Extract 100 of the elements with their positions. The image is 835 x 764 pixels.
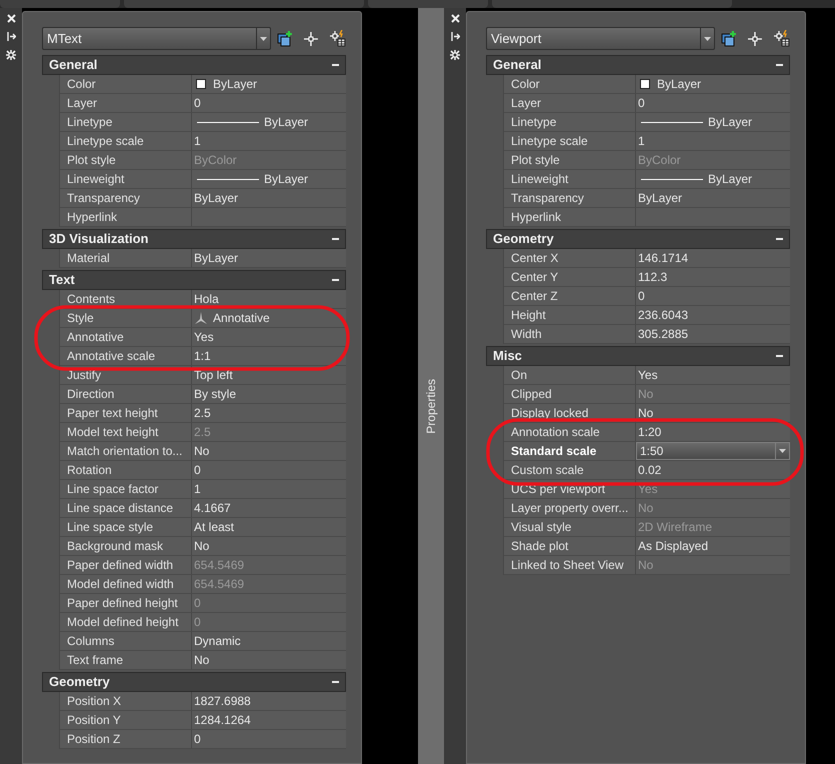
property-row[interactable]: Lineweight ByLayer bbox=[60, 170, 346, 189]
property-row[interactable]: Linetype ByLayer bbox=[60, 113, 346, 132]
property-value: 4.1667 bbox=[194, 500, 231, 517]
property-label: Visual style bbox=[511, 519, 572, 536]
quick-select-icon[interactable] bbox=[773, 30, 790, 47]
property-row[interactable]: Annotative Yes bbox=[60, 328, 346, 347]
quick-select-icon[interactable] bbox=[329, 30, 346, 47]
property-row[interactable]: Position X 1827.6988 bbox=[60, 692, 346, 711]
object-type-dropdown[interactable]: Viewport bbox=[486, 27, 716, 50]
property-row[interactable]: Linetype ByLayer bbox=[504, 113, 790, 132]
property-value: 0.02 bbox=[638, 462, 662, 479]
property-label: Lineweight bbox=[511, 171, 568, 188]
property-row[interactable]: Position Y 1284.1264 bbox=[60, 711, 346, 730]
property-value: 1827.6988 bbox=[194, 693, 251, 710]
pin-arrow-icon[interactable] bbox=[6, 32, 16, 41]
palette-title: Properties bbox=[423, 378, 439, 434]
add-selection-icon[interactable] bbox=[721, 30, 738, 46]
property-value: ByColor bbox=[194, 152, 237, 169]
property-row[interactable]: Style Annotative bbox=[60, 309, 346, 328]
collapsed-palette-bar[interactable]: Properties bbox=[418, 8, 444, 764]
property-row[interactable]: Center X 146.1714 bbox=[504, 249, 790, 268]
property-row[interactable]: Height 236.6043 bbox=[504, 306, 790, 325]
settings-icon[interactable] bbox=[6, 50, 16, 60]
property-value: ByLayer bbox=[638, 190, 682, 207]
section-header[interactable]: General bbox=[42, 55, 346, 75]
property-label: Layer bbox=[511, 95, 542, 112]
property-label: Clipped bbox=[511, 386, 552, 403]
property-row[interactable]: Width 305.2885 bbox=[504, 325, 790, 344]
settings-icon[interactable] bbox=[450, 50, 460, 60]
property-value: 1 bbox=[194, 133, 201, 150]
crosshair-icon[interactable] bbox=[747, 30, 764, 46]
object-type-dropdown[interactable]: MText bbox=[42, 27, 272, 50]
property-row[interactable]: Rotation 0 bbox=[60, 461, 346, 480]
property-value: Hola bbox=[194, 291, 219, 308]
property-row[interactable]: Annotation scale 1:20 bbox=[504, 423, 790, 442]
property-label: Annotative scale bbox=[67, 348, 156, 365]
crosshair-icon[interactable] bbox=[303, 30, 320, 46]
property-value: Yes bbox=[638, 367, 658, 384]
property-value: 0 bbox=[638, 288, 645, 305]
property-label: Center X bbox=[511, 250, 558, 267]
property-label: Width bbox=[511, 326, 542, 343]
property-row[interactable]: Match orientation to... No bbox=[60, 442, 346, 461]
section-header[interactable]: Text bbox=[42, 270, 346, 290]
property-row[interactable]: Hyperlink bbox=[504, 208, 790, 227]
property-row[interactable]: Lineweight ByLayer bbox=[504, 170, 790, 189]
property-row[interactable]: Hyperlink bbox=[60, 208, 346, 227]
property-row[interactable]: Layer 0 bbox=[504, 94, 790, 113]
section-header[interactable]: Geometry bbox=[42, 672, 346, 692]
section-header[interactable]: Misc bbox=[486, 346, 790, 366]
property-row[interactable]: Background mask No bbox=[60, 537, 346, 556]
property-label: Style bbox=[67, 310, 94, 327]
property-value: 1284.1264 bbox=[194, 712, 251, 729]
property-row[interactable]: Direction By style bbox=[60, 385, 346, 404]
property-label: Transparency bbox=[67, 190, 140, 207]
close-icon[interactable] bbox=[6, 14, 16, 23]
property-row[interactable]: Color ByLayer bbox=[60, 75, 346, 94]
property-row[interactable]: Line space style At least bbox=[60, 518, 346, 537]
property-row[interactable]: Text frame No bbox=[60, 651, 346, 670]
property-row[interactable]: Annotative scale 1:1 bbox=[60, 347, 346, 366]
property-value: 654.5469 bbox=[194, 576, 244, 593]
property-row[interactable]: Center Y 112.3 bbox=[504, 268, 790, 287]
property-row[interactable]: Color ByLayer bbox=[504, 75, 790, 94]
property-value: ByLayer bbox=[264, 114, 308, 131]
section-header[interactable]: Geometry bbox=[486, 229, 790, 249]
property-row[interactable]: On Yes bbox=[504, 366, 790, 385]
property-row[interactable]: Line space distance 4.1667 bbox=[60, 499, 346, 518]
section-header[interactable]: 3D Visualization bbox=[42, 229, 346, 249]
section-header[interactable]: General bbox=[486, 55, 790, 75]
property-value: 0 bbox=[194, 595, 201, 612]
property-value: No bbox=[194, 652, 210, 669]
property-label: Columns bbox=[67, 633, 114, 650]
property-row[interactable]: Paper text height 2.5 bbox=[60, 404, 346, 423]
property-row[interactable]: Columns Dynamic bbox=[60, 632, 346, 651]
property-label: Hyperlink bbox=[67, 209, 118, 226]
property-row[interactable]: Transparency ByLayer bbox=[60, 189, 346, 208]
property-label: Contents bbox=[67, 291, 116, 308]
property-row[interactable]: Custom scale 0.02 bbox=[504, 461, 790, 480]
close-icon[interactable] bbox=[450, 14, 460, 23]
property-value: 236.6043 bbox=[638, 307, 688, 324]
property-value: 1 bbox=[638, 133, 645, 150]
property-value: At least bbox=[194, 519, 234, 536]
scale-dropdown[interactable]: 1:50 bbox=[636, 442, 790, 460]
property-row[interactable]: Material ByLayer bbox=[60, 249, 346, 268]
property-row[interactable]: Linetype scale 1 bbox=[504, 132, 790, 151]
property-label: Linetype scale bbox=[511, 133, 588, 150]
property-row[interactable]: Transparency ByLayer bbox=[504, 189, 790, 208]
add-selection-icon[interactable] bbox=[277, 30, 294, 46]
property-row[interactable]: Shade plot As Displayed bbox=[504, 537, 790, 556]
pin-arrow-icon[interactable] bbox=[450, 32, 460, 41]
property-row[interactable]: Layer 0 bbox=[60, 94, 346, 113]
property-row[interactable]: Standard scale 1:50 bbox=[504, 442, 790, 461]
property-row[interactable]: Linetype scale 1 bbox=[60, 132, 346, 151]
property-row[interactable]: Line space factor 1 bbox=[60, 480, 346, 499]
property-row[interactable]: Position Z 0 bbox=[60, 730, 346, 749]
property-value: Top left bbox=[194, 367, 233, 384]
property-label: Position Y bbox=[67, 712, 121, 729]
property-value: ByLayer bbox=[708, 171, 752, 188]
property-value: Dynamic bbox=[194, 633, 241, 650]
caret-icon bbox=[260, 36, 268, 40]
property-row[interactable]: Center Z 0 bbox=[504, 287, 790, 306]
